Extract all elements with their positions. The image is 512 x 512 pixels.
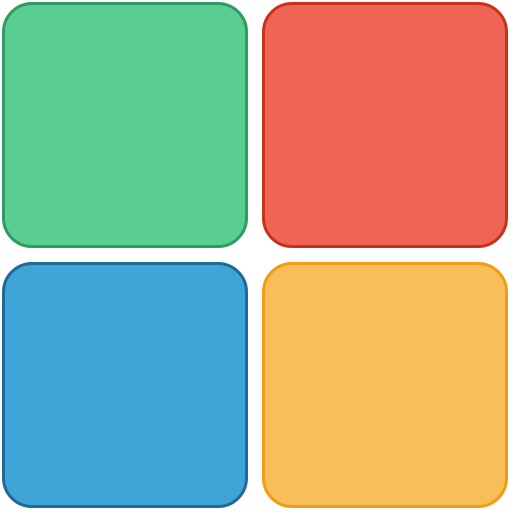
red-tile[interactable] [262, 2, 508, 248]
blue-tile[interactable] [2, 262, 248, 508]
game-board [0, 0, 512, 512]
yellow-tile[interactable] [262, 262, 508, 508]
green-tile[interactable] [2, 2, 248, 248]
